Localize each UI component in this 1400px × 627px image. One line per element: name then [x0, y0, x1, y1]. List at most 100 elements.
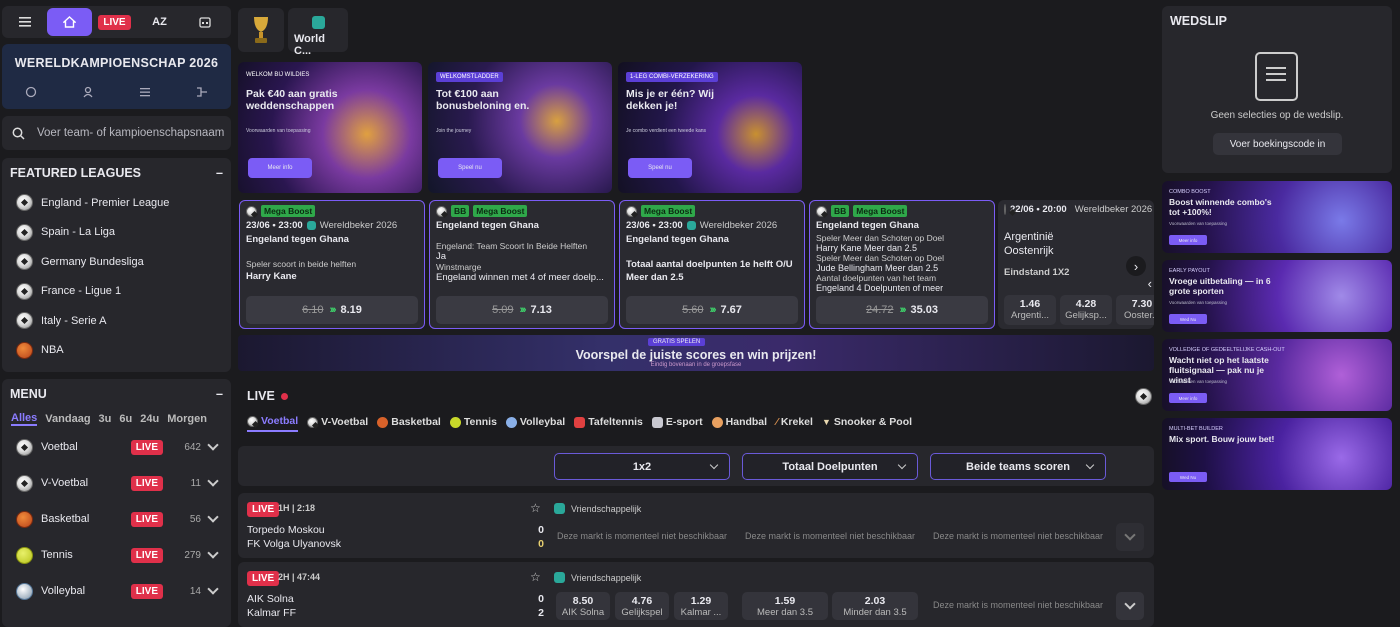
tab-volleybal[interactable]: Volleybal	[505, 412, 565, 432]
tab-krekel[interactable]: ⁄ Krekel	[776, 412, 813, 432]
boost-card[interactable]: Mega Boost 23/06 • 23:00 Wereldbeker 2026…	[619, 200, 805, 329]
favorite-star-icon[interactable]: ☆	[530, 501, 541, 515]
market-unavailable: Deze markt is momenteel niet beschikbaar	[932, 600, 1104, 610]
boost-odds-button[interactable]: 24.72 ››› 35.03	[816, 296, 988, 324]
tab-handbal[interactable]: Handbal	[711, 412, 767, 432]
favorite-star-icon[interactable]: ☆	[530, 570, 541, 584]
tab-e-sport[interactable]: E-sport	[651, 412, 703, 432]
odds-value: 4.28	[1075, 298, 1097, 310]
world-cup-tab[interactable]: World C...	[288, 8, 348, 57]
carousel-prev-icon[interactable]: ‹	[1148, 276, 1152, 291]
menu-sport-v-voetbal[interactable]: V-Voetbal LIVE 11	[2, 465, 231, 501]
league-item[interactable]: Spain - La Liga	[2, 218, 231, 248]
carousel-next-icon[interactable]: ›	[1126, 256, 1146, 276]
side-promo[interactable]: VOLLEDIGE OF GEDEELTELIJKE CASH-OUT Wach…	[1162, 339, 1392, 411]
filter-6h[interactable]: 6u	[119, 413, 132, 425]
promo-banner[interactable]: 1-LEG COMBI-VERZEKERING Mis je er één? W…	[618, 62, 802, 193]
league-item[interactable]: NBA	[2, 336, 231, 366]
market-unavailable: Deze markt is momenteel niet beschikbaar	[556, 531, 728, 541]
menu-sport-tennis[interactable]: Tennis LIVE 279	[2, 537, 231, 573]
league-item[interactable]: France - Ligue 1	[2, 277, 231, 307]
side-promo[interactable]: MULTI-BET BUILDER Mix sport. Bouw jouw b…	[1162, 418, 1392, 490]
calendar-button[interactable]	[182, 8, 227, 36]
odds-button[interactable]: 2.03 Minder dan 3.5	[832, 592, 918, 620]
shield-icon[interactable]	[25, 86, 37, 101]
filter-tomorrow[interactable]: Morgen	[167, 413, 207, 425]
tab-basketbal[interactable]: Basketbal	[377, 412, 441, 432]
tab-v-voetbal[interactable]: V-Voetbal	[307, 412, 368, 432]
odds-button[interactable]: 8.50 AIK Solna	[556, 592, 610, 620]
market-select-1x2[interactable]: 1x2	[554, 453, 730, 480]
side-promo-button[interactable]: Meer info	[1169, 393, 1207, 403]
list-icon[interactable]	[139, 86, 151, 101]
market-select-btts[interactable]: Beide teams scoren	[930, 453, 1106, 480]
filter-3h[interactable]: 3u	[99, 413, 112, 425]
menu-sport-volleybal[interactable]: Volleybal LIVE 14	[2, 573, 231, 609]
boost-card[interactable]: Mega Boost 23/06 • 23:00 Wereldbeker 2026…	[239, 200, 425, 329]
collapse-icon[interactable]: –	[216, 387, 223, 401]
tab-snooker[interactable]: ▼ Snooker & Pool	[822, 412, 912, 432]
tab-tafeltennis[interactable]: Tafeltennis	[574, 412, 643, 432]
home-button[interactable]	[47, 8, 92, 36]
side-promo[interactable]: COMBO BOOST Boost winnende combo's tot +…	[1162, 181, 1392, 253]
live-nav-button[interactable]: LIVE	[92, 8, 137, 36]
boost-card[interactable]: BB Mega Boost Engeland tegen Ghana Speler…	[809, 200, 995, 329]
promo-banner[interactable]: WELKOMSTLADDER Tot €100 aan bonusbelonin…	[428, 62, 612, 193]
menu-sport-voetbal[interactable]: Voetbal LIVE 642	[2, 429, 231, 465]
side-promo-button[interactable]: Wed Nu	[1169, 472, 1207, 482]
promo-title: Pak €40 aan gratis weddenschappen	[246, 88, 338, 113]
side-promo-button[interactable]: Wed Nu	[1169, 314, 1207, 324]
trophy-tab[interactable]	[238, 8, 284, 52]
expand-button[interactable]	[1116, 592, 1144, 620]
match-card[interactable]: 22/06 • 20:00 Wereldbeker 2026 Argentinië…	[998, 200, 1154, 329]
league-item[interactable]: England - Premier League	[2, 188, 231, 218]
side-promo-button[interactable]: Meer info	[1169, 235, 1207, 245]
search-input[interactable]	[37, 127, 227, 139]
filter-all[interactable]: Alles	[11, 412, 38, 426]
az-button[interactable]: AZ	[137, 8, 182, 36]
odds-button[interactable]: 1.46 Argenti...	[1004, 295, 1056, 325]
odds-button[interactable]: 1.29 Kalmar ...	[674, 592, 728, 620]
predictor-banner[interactable]: GRATIS SPELEN Voorspel de juiste scores …	[238, 335, 1154, 371]
boost-odds-button[interactable]: 5.60 ››› 7.67	[626, 296, 798, 324]
expand-button[interactable]	[1116, 523, 1144, 551]
bracket-icon[interactable]	[196, 86, 208, 101]
filter-today[interactable]: Vandaag	[45, 413, 90, 425]
league-item[interactable]: Germany Bundesliga	[2, 247, 231, 277]
odds-button[interactable]: 4.76 Gelijkspel	[615, 592, 669, 620]
live-badge: LIVE	[247, 502, 280, 517]
odds-button[interactable]: 1.59 Meer dan 3.5	[742, 592, 828, 620]
live-match-row[interactable]: LIVE 1H | 2:18 ☆ Vriendschappelijk Torpe…	[238, 493, 1154, 558]
hamburger-menu-button[interactable]	[2, 8, 47, 36]
tab-tennis[interactable]: Tennis	[449, 412, 497, 432]
booking-code-button[interactable]: Voer boekingscode in	[1213, 133, 1342, 155]
card-selection: Harry Kane	[246, 271, 297, 282]
promo-button[interactable]: Meer info	[248, 158, 312, 178]
league-label: Germany Bundesliga	[41, 255, 144, 268]
boost-card[interactable]: BB Mega Boost Engeland tegen Ghana Engela…	[429, 200, 615, 329]
collapse-icon[interactable]: –	[216, 166, 223, 180]
live-match-row[interactable]: LIVE 2H | 47:44 ☆ Vriendschappelijk AIK …	[238, 562, 1154, 627]
side-promo-tag: MULTI-BET BUILDER	[1169, 426, 1223, 432]
bb-badge: BB	[451, 205, 470, 217]
soccer-ball-icon[interactable]	[1135, 387, 1152, 405]
promo-button[interactable]: Speel nu	[438, 158, 502, 178]
boost-odds-button[interactable]: 5.09 ››› 7.13	[436, 296, 608, 324]
promo-button[interactable]: Speel nu	[628, 158, 692, 178]
odds-button[interactable]: 7.30Ooster...	[1116, 295, 1154, 325]
side-promo[interactable]: EARLY PAYOUT Vroege uitbetaling — in 6 g…	[1162, 260, 1392, 332]
menu-sport-basketbal[interactable]: Basketbal LIVE 56	[2, 501, 231, 537]
market-select-total[interactable]: Totaal Doelpunten	[742, 453, 918, 480]
group-icon[interactable]	[82, 86, 94, 101]
odds-button[interactable]: 4.28 Gelijksp...	[1060, 295, 1112, 325]
filter-24h[interactable]: 24u	[140, 413, 159, 425]
promo-banner[interactable]: WELKOM BIJ WILDIES Pak €40 aan gratis we…	[238, 62, 422, 193]
league-item[interactable]: Italy - Serie A	[2, 306, 231, 336]
promo-sub: Join the journey	[436, 128, 472, 134]
side-promo-sub: Voorwaarden van toepassing	[1169, 300, 1228, 305]
handball-icon	[711, 416, 723, 428]
volleyball-icon	[505, 416, 517, 428]
boost-odds-button[interactable]: 6.10 ››› 8.19	[246, 296, 418, 324]
tab-voetbal[interactable]: Voetbal	[247, 412, 299, 432]
market-selector-bar: 1x2 Totaal Doelpunten Beide teams scoren	[238, 446, 1154, 486]
